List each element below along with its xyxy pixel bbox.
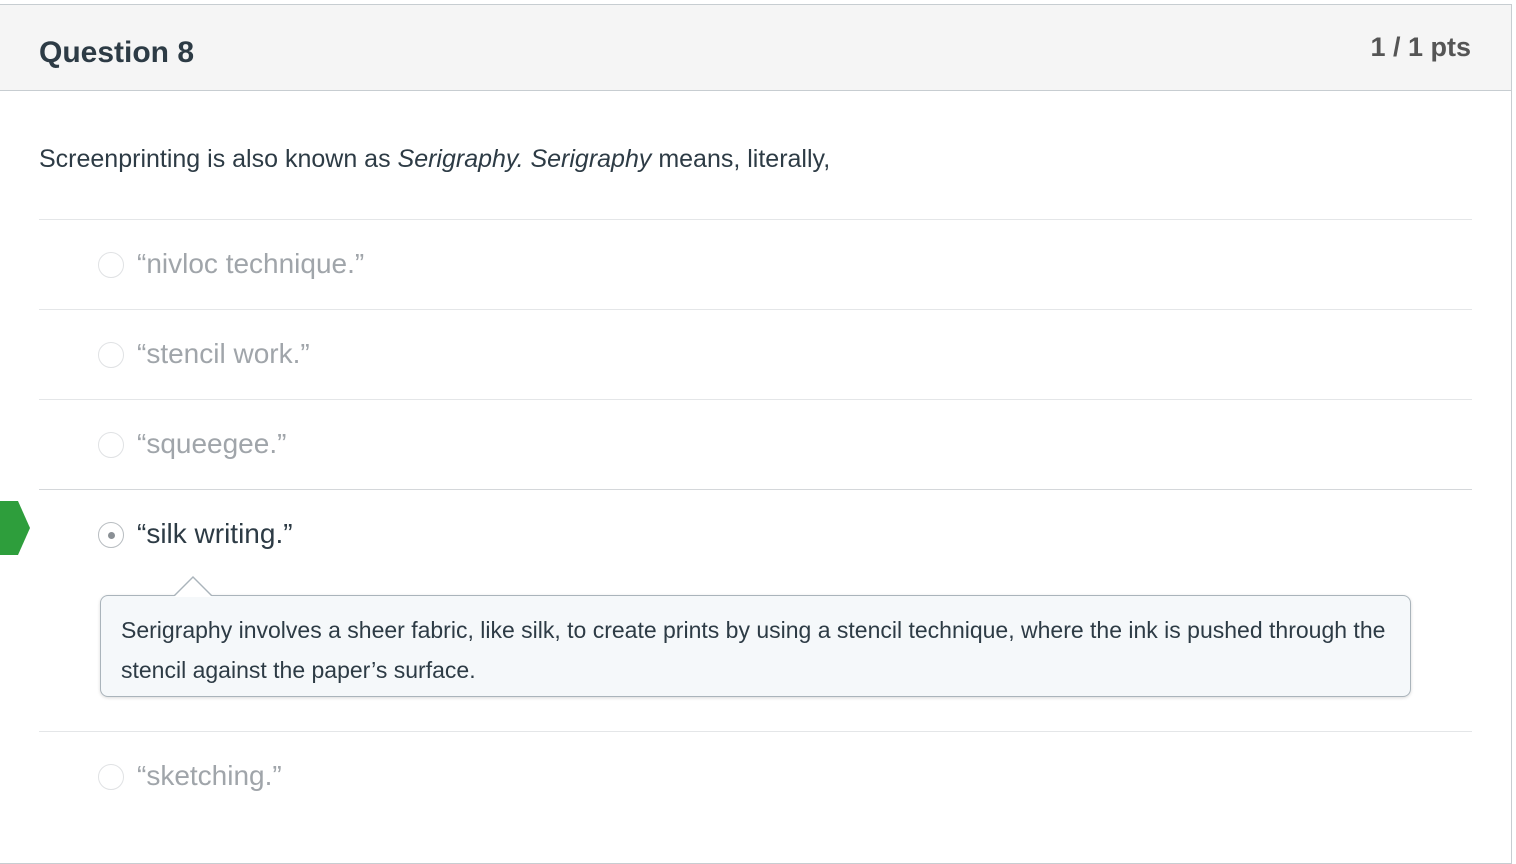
radio-button-icon[interactable] — [98, 764, 124, 790]
correct-answer-flag-icon — [0, 501, 30, 555]
answer-label: “sketching.” — [137, 760, 282, 791]
radio-button-icon[interactable] — [98, 522, 124, 548]
question-text-italic: Serigraphy. Serigraphy — [397, 145, 652, 173]
answer-label: “nivloc technique.” — [137, 248, 365, 279]
question-text-prefix: Screenprinting is also known as — [39, 145, 398, 173]
answer-option[interactable]: “stencil work.” — [39, 309, 1472, 399]
feedback-text: Serigraphy involves a sheer fabric, like… — [121, 617, 1386, 683]
answer-option[interactable]: “nivloc technique.” — [39, 219, 1472, 309]
question-points: 1 / 1 pts — [1370, 32, 1471, 62]
question-header: Question 8 1 / 1 pts — [0, 5, 1511, 91]
feedback-arrow-inner-icon — [174, 578, 212, 597]
answer-label: “stencil work.” — [137, 338, 310, 369]
answer-list: “nivloc technique.” “stencil work.” “squ… — [0, 219, 1472, 821]
radio-button-icon[interactable] — [98, 342, 124, 368]
question-text: Screenprinting is also known as Serigrap… — [39, 145, 830, 174]
radio-selected-dot-icon — [108, 532, 115, 539]
answer-label: “silk writing.” — [137, 518, 293, 549]
question-card: Question 8 1 / 1 pts Screenprinting is a… — [0, 4, 1512, 864]
answer-option[interactable]: “squeegee.” — [39, 399, 1472, 489]
question-title: Question 8 — [39, 36, 195, 69]
answer-option-selected[interactable]: “silk writing.” Serigraphy involves a sh… — [0, 489, 1472, 731]
question-text-suffix: means, literally, — [651, 145, 831, 173]
answer-option[interactable]: “sketching.” — [39, 731, 1472, 821]
answer-feedback: Serigraphy involves a sheer fabric, like… — [100, 576, 1411, 697]
answer-label: “squeegee.” — [137, 428, 287, 459]
radio-button-icon[interactable] — [98, 432, 124, 458]
radio-button-icon[interactable] — [98, 252, 124, 278]
